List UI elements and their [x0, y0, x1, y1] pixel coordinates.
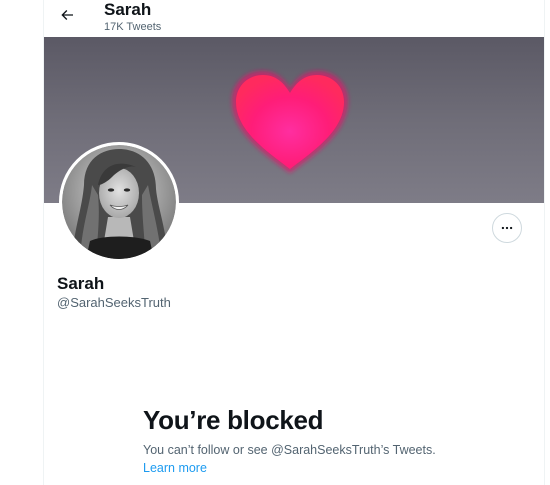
- avatar[interactable]: [59, 142, 179, 262]
- blocked-notice: You’re blocked You can’t follow or see @…: [143, 404, 503, 477]
- more-button[interactable]: [492, 213, 522, 243]
- back-button[interactable]: [54, 2, 80, 28]
- profile-page: Sarah 17K Tweets Sarah @SarahSeeksTruth …: [0, 0, 550, 485]
- arrow-left-icon: [61, 10, 73, 20]
- display-name: Sarah: [57, 274, 105, 293]
- user-handle: @SarahSeeksTruth: [57, 295, 171, 310]
- profile-header: Sarah 17K Tweets: [44, 0, 544, 37]
- tweet-count: 17K Tweets: [104, 21, 162, 33]
- learn-more-link[interactable]: Learn more: [143, 460, 207, 476]
- heart-icon: [232, 71, 348, 173]
- blocked-message: You can’t follow or see @SarahSeeksTruth…: [143, 443, 436, 457]
- avatar-photo: [62, 145, 176, 259]
- blocked-title: You’re blocked: [143, 405, 324, 435]
- header-title: Sarah: [104, 0, 152, 19]
- more-horizontal-icon: [501, 226, 513, 230]
- profile-column: Sarah 17K Tweets Sarah @SarahSeeksTruth …: [43, 0, 545, 485]
